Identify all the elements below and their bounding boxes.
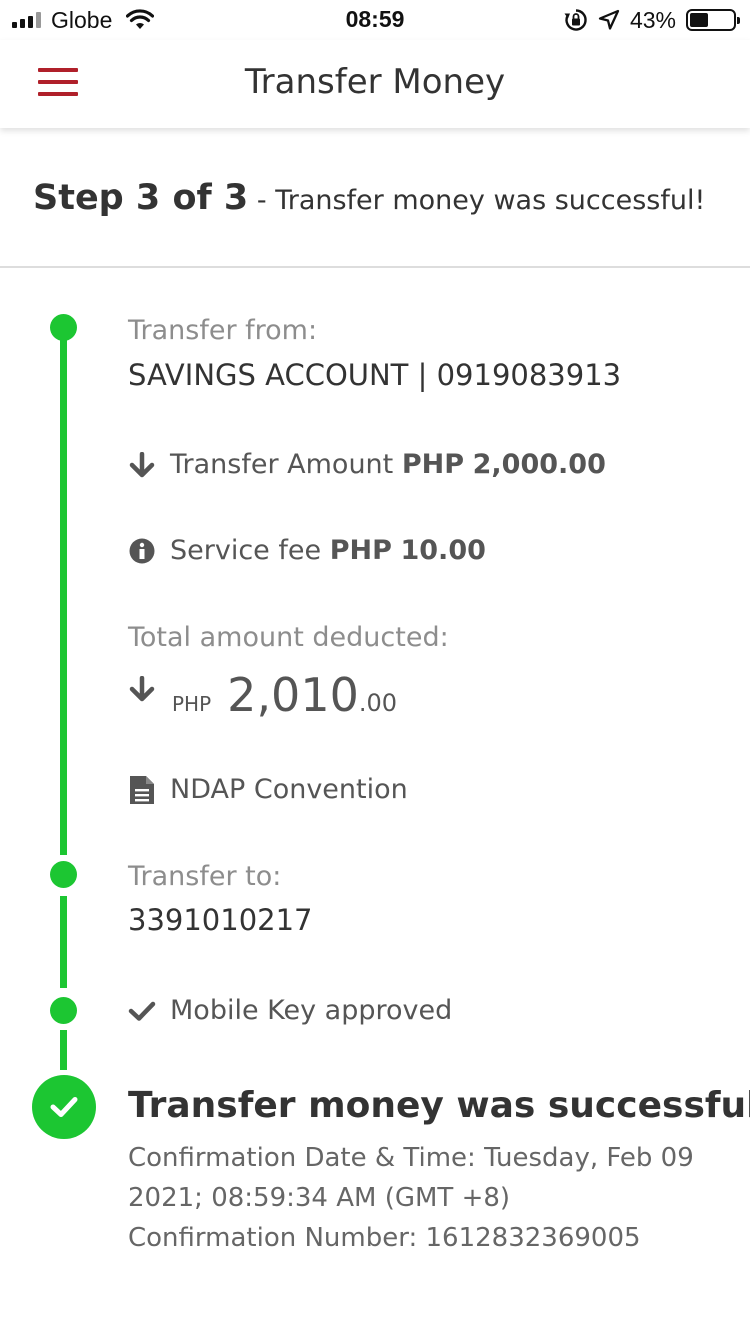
total-currency: PHP: [172, 692, 212, 716]
service-fee-value: 10.00: [400, 535, 486, 566]
timeline-dot: [50, 997, 77, 1024]
timeline-line: [60, 325, 67, 855]
checkmark-glyph: [50, 1097, 78, 1117]
app-header: Transfer Money: [0, 40, 750, 128]
service-fee-currency: PHP: [329, 535, 392, 566]
transfer-from-label: Transfer from:: [128, 315, 318, 346]
checkmark-icon: [128, 1001, 156, 1021]
mobile-key-row: Mobile Key approved: [128, 995, 452, 1026]
transfer-amount-row: Transfer Amount PHP 2,000.00: [128, 449, 606, 480]
remarks-text: NDAP Convention: [170, 774, 408, 805]
transfer-to-label: Transfer to:: [128, 861, 282, 892]
battery-percent: 43%: [629, 6, 676, 33]
timeline-line: [60, 1030, 67, 1070]
success-check-icon: [32, 1075, 96, 1139]
page-title: Transfer Money: [244, 62, 506, 102]
total-integer: 2,010: [227, 668, 359, 722]
remarks-row: NDAP Convention: [128, 774, 408, 805]
confirmation-number: Confirmation Number: 1612832369005: [128, 1223, 641, 1253]
arrow-down-icon: [129, 676, 155, 702]
mobile-key-text: Mobile Key approved: [170, 995, 453, 1026]
orientation-lock-icon: [564, 9, 587, 31]
status-right: 43%: [564, 6, 740, 34]
step-label: Step 3 of 3: [33, 178, 249, 218]
document-icon: [130, 775, 154, 804]
timeline-line: [60, 896, 67, 988]
divider: [0, 266, 750, 268]
timeline-dot: [50, 314, 77, 341]
battery-icon: [686, 9, 740, 31]
transfer-amount-label: Transfer Amount: [170, 449, 394, 480]
timeline-dot: [50, 861, 77, 888]
battery-fill: [690, 13, 709, 27]
status-bar: Globe 08:59 43%: [0, 0, 750, 40]
location-arrow-icon: [598, 9, 620, 30]
transfer-to-account: 3391010217: [128, 903, 313, 937]
total-deducted-label: Total amount deducted:: [128, 622, 449, 653]
service-fee-label: Service fee: [170, 535, 322, 566]
total-deducted-amount: PHP 2,010 .00: [128, 668, 397, 722]
transfer-amount-currency: PHP: [401, 449, 465, 480]
info-icon: [129, 538, 155, 563]
confirmation-date: Confirmation Date & Time: Tuesday, Feb 0…: [128, 1143, 694, 1213]
step-indicator: Step 3 of 3 - Transfer money was success…: [33, 178, 705, 218]
arrow-down-icon: [129, 451, 155, 477]
service-fee-row: Service fee PHP 10.00: [128, 535, 486, 566]
total-decimal: .00: [358, 689, 398, 717]
transfer-from-account: SAVINGS ACCOUNT | 0919083913: [128, 358, 622, 392]
step-separator: -: [248, 185, 276, 216]
step-description: Transfer money was successful!: [275, 185, 706, 216]
transfer-amount-value: 2,000.00: [472, 449, 606, 480]
success-title: Transfer money was successful!: [128, 1085, 750, 1126]
